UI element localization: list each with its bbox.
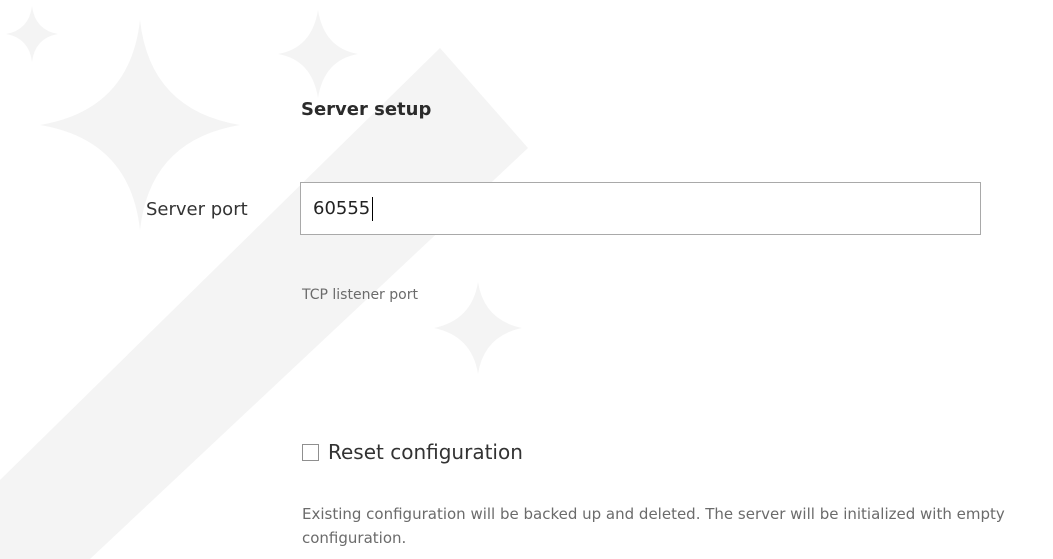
section-title: Server setup [301,99,432,120]
reset-configuration-description: Existing configuration will be backed up… [302,505,1005,547]
reset-configuration-checkbox[interactable] [302,443,319,461]
server-port-label: Server port [146,199,248,220]
sparkle-wand-icon [0,6,528,559]
reset-configuration-checkbox-row[interactable]: Reset configuration [302,440,523,464]
server-setup-page: Server setup Server port 60555 TCP liste… [0,0,1053,559]
server-port-value[interactable]: 60555 [313,198,370,219]
text-caret [372,196,374,221]
server-port-hint: TCP listener port [302,287,418,303]
reset-configuration-label[interactable]: Reset configuration [328,440,523,464]
server-port-input[interactable]: 60555 [300,182,981,235]
